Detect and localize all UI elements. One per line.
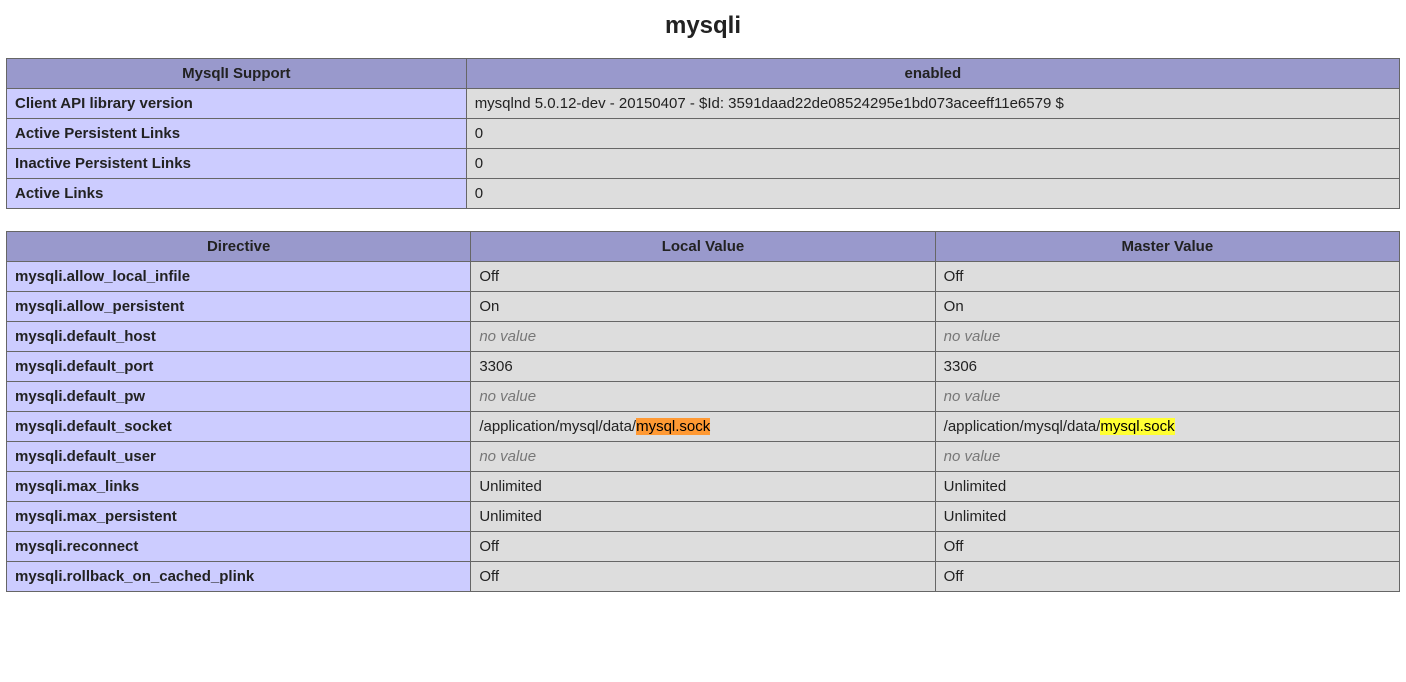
directive-name: mysqli.allow_local_infile (7, 262, 471, 292)
summary-header-left: MysqlI Support (7, 59, 467, 89)
no-value-label: no value (479, 388, 536, 405)
directive-master-value: 3306 (935, 352, 1399, 382)
directive-local-value: Off (471, 562, 935, 592)
directive-name: mysqli.rollback_on_cached_plink (7, 562, 471, 592)
value-prefix: /application/mysql/data/ (479, 418, 636, 435)
directive-name: mysqli.default_host (7, 322, 471, 352)
no-value-label: no value (944, 328, 1001, 345)
no-value-label: no value (479, 328, 536, 345)
directive-local-value: On (471, 292, 935, 322)
summary-header-right: enabled (466, 59, 1399, 89)
table-row: mysqli.rollback_on_cached_plinkOffOff (7, 562, 1400, 592)
directive-master-value: /application/mysql/data/mysql.sock (935, 412, 1399, 442)
value-prefix: /application/mysql/data/ (944, 418, 1101, 435)
directives-header-local: Local Value (471, 232, 935, 262)
section-title: mysqli (6, 12, 1400, 40)
directive-local-value: 3306 (471, 352, 935, 382)
table-row: mysqli.default_pw no value no value (7, 382, 1400, 412)
table-row: Active Links0 (7, 179, 1400, 209)
directive-name: mysqli.default_pw (7, 382, 471, 412)
directive-local-value: Off (471, 262, 935, 292)
directive-local-value: no value (471, 442, 935, 472)
summary-value: mysqlnd 5.0.12-dev - 20150407 - $Id: 359… (466, 89, 1399, 119)
directive-name: mysqli.max_persistent (7, 502, 471, 532)
table-row: mysqli.default_host no value no value (7, 322, 1400, 352)
directive-master-value: no value (935, 322, 1399, 352)
directives-header-row: Directive Local Value Master Value (7, 232, 1400, 262)
directive-name: mysqli.reconnect (7, 532, 471, 562)
directives-header-master: Master Value (935, 232, 1399, 262)
table-row: mysqli.reconnectOffOff (7, 532, 1400, 562)
table-row: mysqli.max_persistentUnlimitedUnlimited (7, 502, 1400, 532)
no-value-label: no value (944, 448, 1001, 465)
summary-value: 0 (466, 149, 1399, 179)
summary-header-row: MysqlI Support enabled (7, 59, 1400, 89)
directive-master-value: Off (935, 532, 1399, 562)
directive-master-value: no value (935, 382, 1399, 412)
directives-header-directive: Directive (7, 232, 471, 262)
directive-local-value: Off (471, 532, 935, 562)
summary-label: Active Persistent Links (7, 119, 467, 149)
directive-local-value: Unlimited (471, 472, 935, 502)
directive-name: mysqli.allow_persistent (7, 292, 471, 322)
directive-name: mysqli.default_user (7, 442, 471, 472)
summary-table: MysqlI Support enabled Client API librar… (6, 58, 1400, 209)
directive-master-value: On (935, 292, 1399, 322)
directive-master-value: Unlimited (935, 502, 1399, 532)
no-value-label: no value (479, 448, 536, 465)
no-value-label: no value (944, 388, 1001, 405)
summary-label: Active Links (7, 179, 467, 209)
directive-master-value: no value (935, 442, 1399, 472)
summary-value: 0 (466, 119, 1399, 149)
table-row: mysqli.default_user no value no value (7, 442, 1400, 472)
directive-name: mysqli.default_socket (7, 412, 471, 442)
directive-name: mysqli.default_port (7, 352, 471, 382)
summary-label: Inactive Persistent Links (7, 149, 467, 179)
directive-local-value: no value (471, 382, 935, 412)
value-highlight: mysql.sock (636, 418, 710, 435)
table-row: mysqli.allow_persistentOnOn (7, 292, 1400, 322)
table-row: mysqli.default_port33063306 (7, 352, 1400, 382)
directive-master-value: Unlimited (935, 472, 1399, 502)
directives-table: Directive Local Value Master Value mysql… (6, 231, 1400, 592)
table-row: Active Persistent Links0 (7, 119, 1400, 149)
table-row: Client API library versionmysqlnd 5.0.12… (7, 89, 1400, 119)
table-row: Inactive Persistent Links0 (7, 149, 1400, 179)
table-row: mysqli.max_linksUnlimitedUnlimited (7, 472, 1400, 502)
directive-master-value: Off (935, 262, 1399, 292)
directive-name: mysqli.max_links (7, 472, 471, 502)
directive-master-value: Off (935, 562, 1399, 592)
table-row: mysqli.default_socket/application/mysql/… (7, 412, 1400, 442)
directive-local-value: no value (471, 322, 935, 352)
summary-label: Client API library version (7, 89, 467, 119)
directive-local-value: /application/mysql/data/mysql.sock (471, 412, 935, 442)
table-row: mysqli.allow_local_infileOffOff (7, 262, 1400, 292)
directive-local-value: Unlimited (471, 502, 935, 532)
summary-value: 0 (466, 179, 1399, 209)
value-highlight: mysql.sock (1100, 418, 1174, 435)
